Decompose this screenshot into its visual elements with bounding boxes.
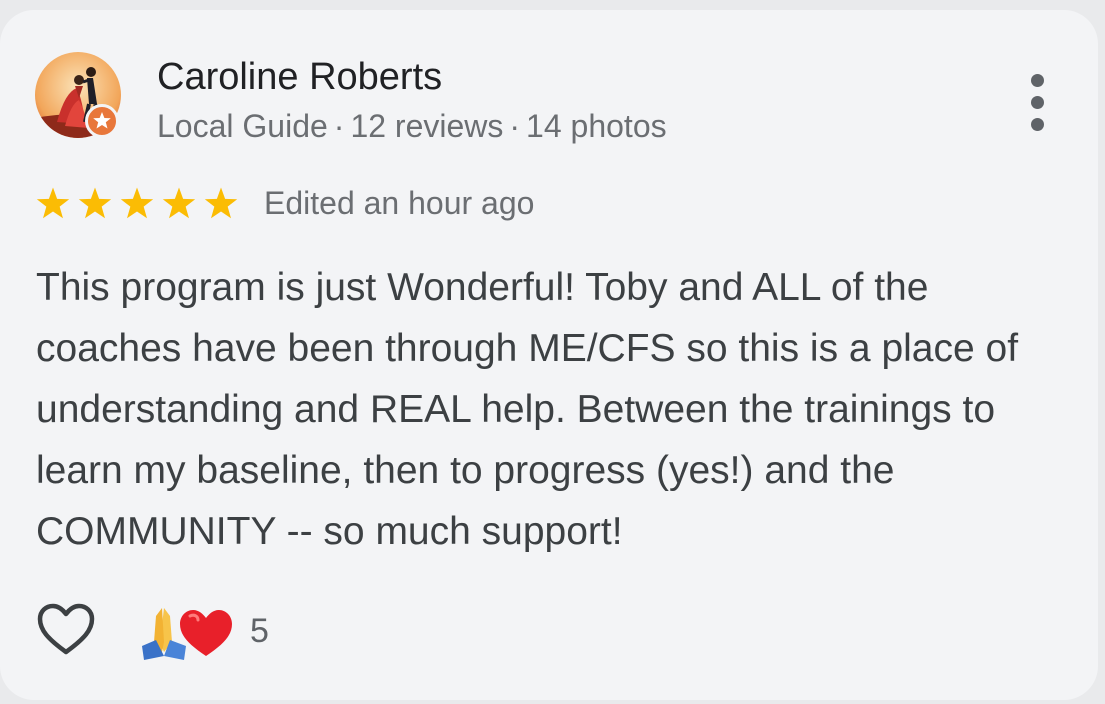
more-dot — [1031, 118, 1044, 131]
separator-dot: · — [509, 108, 521, 144]
photo-count: 14 photos — [526, 108, 667, 144]
author-meta: Local Guide · 12 reviews · 14 photos — [157, 106, 667, 146]
folded-hands-emoji — [142, 608, 186, 660]
review-text: This program is just Wonderful! Toby and… — [36, 266, 1019, 553]
reaction-count: 5 — [250, 612, 269, 650]
more-dot — [1031, 74, 1044, 87]
local-guide-star-badge-icon — [85, 104, 119, 138]
review-count: 12 reviews — [350, 108, 504, 144]
more-dot — [1031, 96, 1044, 109]
heart-outline-icon[interactable] — [36, 602, 96, 658]
red-heart-emoji — [180, 610, 232, 656]
author-name[interactable]: Caroline Roberts — [157, 54, 442, 100]
avatar[interactable] — [35, 52, 121, 138]
reactions[interactable]: 5 — [134, 602, 294, 662]
review-card: Caroline Roberts Local Guide · 12 reviews ·… — [0, 10, 1098, 700]
edited-timestamp: Edited an hour ago — [264, 185, 535, 221]
star-icon — [204, 187, 238, 219]
separator-dot: · — [333, 108, 345, 144]
star-icon — [162, 187, 196, 219]
local-guide-label: Local Guide — [157, 108, 328, 144]
star-icon — [36, 187, 70, 219]
star-icon — [120, 187, 154, 219]
star-rating — [36, 187, 238, 219]
star-icon — [78, 187, 112, 219]
more-vert-icon[interactable] — [1018, 68, 1058, 136]
